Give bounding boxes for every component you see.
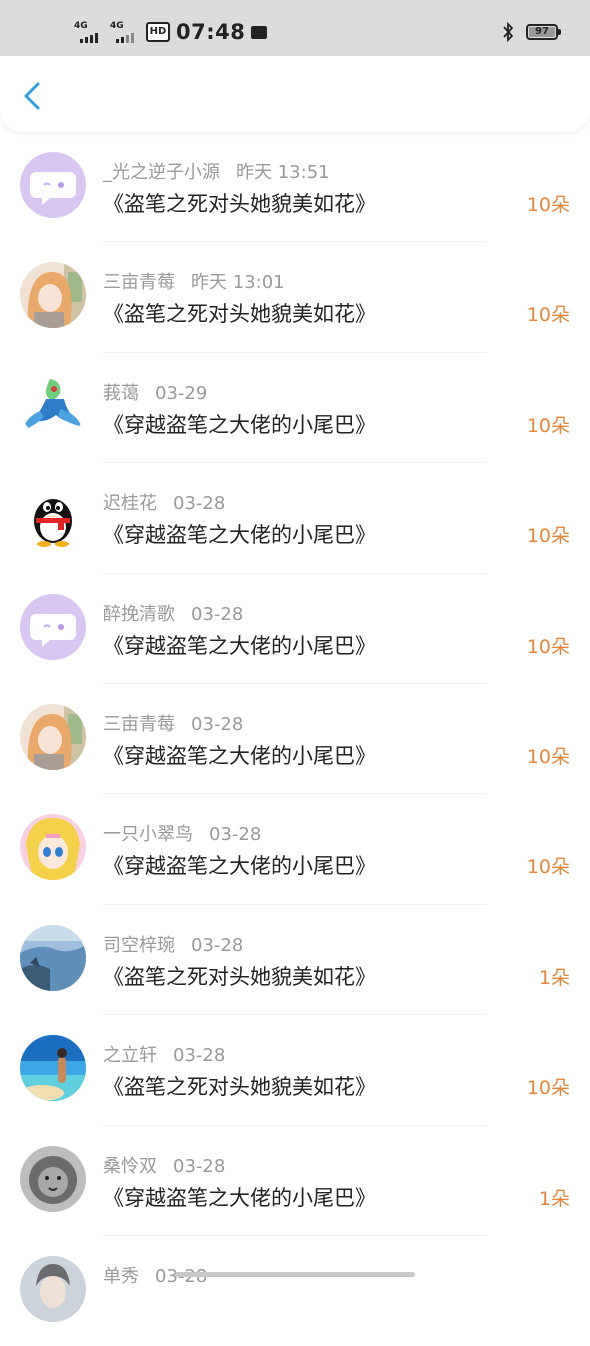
avatar[interactable] [20,924,86,991]
send-date: 03-28 [173,493,226,515]
list-item[interactable]: _光之逆子小源 昨天 13:51 《盗笔之死对头她貌美如花》 10朵 [0,132,590,243]
send-date: 03-28 [209,824,262,846]
status-bar: 4G 4G HD 07:48 97 [0,0,590,64]
flower-amount: 10朵 [526,194,570,216]
signal-icon: 4G [74,21,104,43]
sender-line: 三亩青莓 昨天 13:01 [103,268,285,294]
sender-line: _光之逆子小源 昨天 13:51 [103,158,330,184]
avatar[interactable] [20,1255,86,1322]
list-item[interactable]: 莪蔼 03-29 《穿越盗笔之大佬的小尾巴》 10朵 [0,353,590,464]
list-item[interactable]: 之立轩 03-28 《盗笔之死对头她貌美如花》 10朵 [0,1015,590,1126]
flower-amount: 10朵 [526,635,570,658]
sender-line: 桑怜双 03-28 [103,1152,225,1178]
flower-amount: 10朵 [526,414,570,437]
flower-amount: 10朵 [526,745,570,768]
avatar[interactable] [20,814,86,881]
sender-name: 之立轩 [103,1045,157,1067]
sender-name: 醉挽清歌 [103,603,175,625]
send-date: 03-28 [173,1155,226,1177]
send-date: 03-28 [191,603,244,625]
avatar[interactable] [20,593,86,660]
list-item[interactable]: 迟桂花 03-28 《穿越盗笔之大佬的小尾巴》 10朵 [0,463,590,574]
chevron-left-icon[interactable] [16,76,50,116]
flower-amount: 10朵 [526,304,570,327]
sender-line: 一只小翠鸟 03-28 [103,820,261,846]
book-title: 《穿越盗笔之大佬的小尾巴》 [103,523,376,548]
send-date: 03-28 [191,713,244,735]
send-date: 03-29 [155,382,208,404]
list-item[interactable]: 桑怜双 03-28 《穿越盗笔之大佬的小尾巴》 1朵 [0,1126,590,1236]
sender-name: 迟桂花 [103,493,157,515]
gift-record-list: _光之逆子小源 昨天 13:51 《盗笔之死对头她貌美如花》 10朵 三亩青莓 昨天 13… [0,132,590,1346]
book-title: 《穿越盗笔之大佬的小尾巴》 [103,1185,376,1210]
sender-name: 桑怜双 [103,1155,157,1177]
sender-name: 三亩青莓 [103,713,175,735]
book-title: 《盗笔之死对头她貌美如花》 [103,302,376,327]
status-right: 97 [502,20,561,44]
sender-name: 莪蔼 [103,382,139,404]
flower-amount: 1朵 [538,966,570,989]
sender-line: 迟桂花 03-28 [103,489,225,515]
avatar[interactable] [20,1035,86,1102]
book-title: 《盗笔之死对头她貌美如花》 [103,964,376,989]
list-item[interactable]: 三亩青莓 昨天 13:01 《盗笔之死对头她貌美如花》 10朵 [0,242,590,353]
flower-amount: 10朵 [526,856,570,879]
sender-name: 司空梓琬 [103,934,175,956]
sender-name: 三亩青莓 [103,272,175,294]
avatar[interactable] [20,1145,86,1212]
app-notification-icon [251,25,268,39]
flower-amount: 10朵 [526,525,570,548]
send-date: 昨天 13:51 [236,162,330,183]
send-date: 03-28 [191,934,244,956]
send-date: 昨天 13:01 [191,272,285,294]
list-item[interactable]: 三亩青莓 03-28 《穿越盗笔之大佬的小尾巴》 10朵 [0,684,590,795]
send-date: 03-28 [173,1045,226,1067]
flower-amount: 1朵 [538,1187,570,1210]
sender-line: 司空梓琬 03-28 [103,931,243,957]
status-time: 07:48 [176,20,246,44]
sender-name: _光之逆子小源 [103,162,220,183]
sender-line: 之立轩 03-28 [103,1041,225,1067]
book-title: 《盗笔之死对头她貌美如花》 [103,192,376,216]
battery-level: 97 [535,26,549,37]
flower-amount: 10朵 [526,1077,570,1100]
book-title: 《穿越盗笔之大佬的小尾巴》 [103,412,376,437]
list-item[interactable]: 醉挽清歌 03-28 《穿越盗笔之大佬的小尾巴》 10朵 [0,574,590,684]
book-title: 《盗笔之死对头她貌美如花》 [103,1075,376,1100]
signal-icon-2: 4G [110,21,140,43]
sender-name: 一只小翠鸟 [103,824,193,846]
sender-line: 三亩青莓 03-28 [103,710,243,736]
avatar[interactable] [20,262,86,329]
list-item[interactable]: 司空梓琬 03-28 《盗笔之死对头她貌美如花》 1朵 [0,905,590,1016]
sender-line: 醉挽清歌 03-28 [103,600,243,626]
status-left: 4G 4G HD 07:48 [74,18,268,46]
sender-name: 单秀 [103,1265,139,1287]
book-title: 《穿越盗笔之大佬的小尾巴》 [103,743,376,768]
bluetooth-icon [503,22,514,42]
home-indicator [175,1272,415,1277]
nav-bar [0,56,590,132]
network-type-label-2: 4G [110,21,124,31]
list-item[interactable]: 一只小翠鸟 03-28 《穿越盗笔之大佬的小尾巴》 10朵 [0,794,590,905]
hd-voice-icon: HD [146,22,170,42]
book-title: 《穿越盗笔之大佬的小尾巴》 [103,633,376,658]
network-type-label: 4G [74,21,88,31]
avatar[interactable] [20,703,86,770]
book-title: 《穿越盗笔之大佬的小尾巴》 [103,854,376,879]
battery-icon: 97 [526,24,561,40]
sender-line: 莪蔼 03-29 [103,379,207,405]
avatar[interactable] [20,372,86,439]
list-item[interactable]: 单秀03-28 [0,1236,590,1346]
avatar[interactable] [20,152,86,218]
avatar[interactable] [20,483,86,550]
